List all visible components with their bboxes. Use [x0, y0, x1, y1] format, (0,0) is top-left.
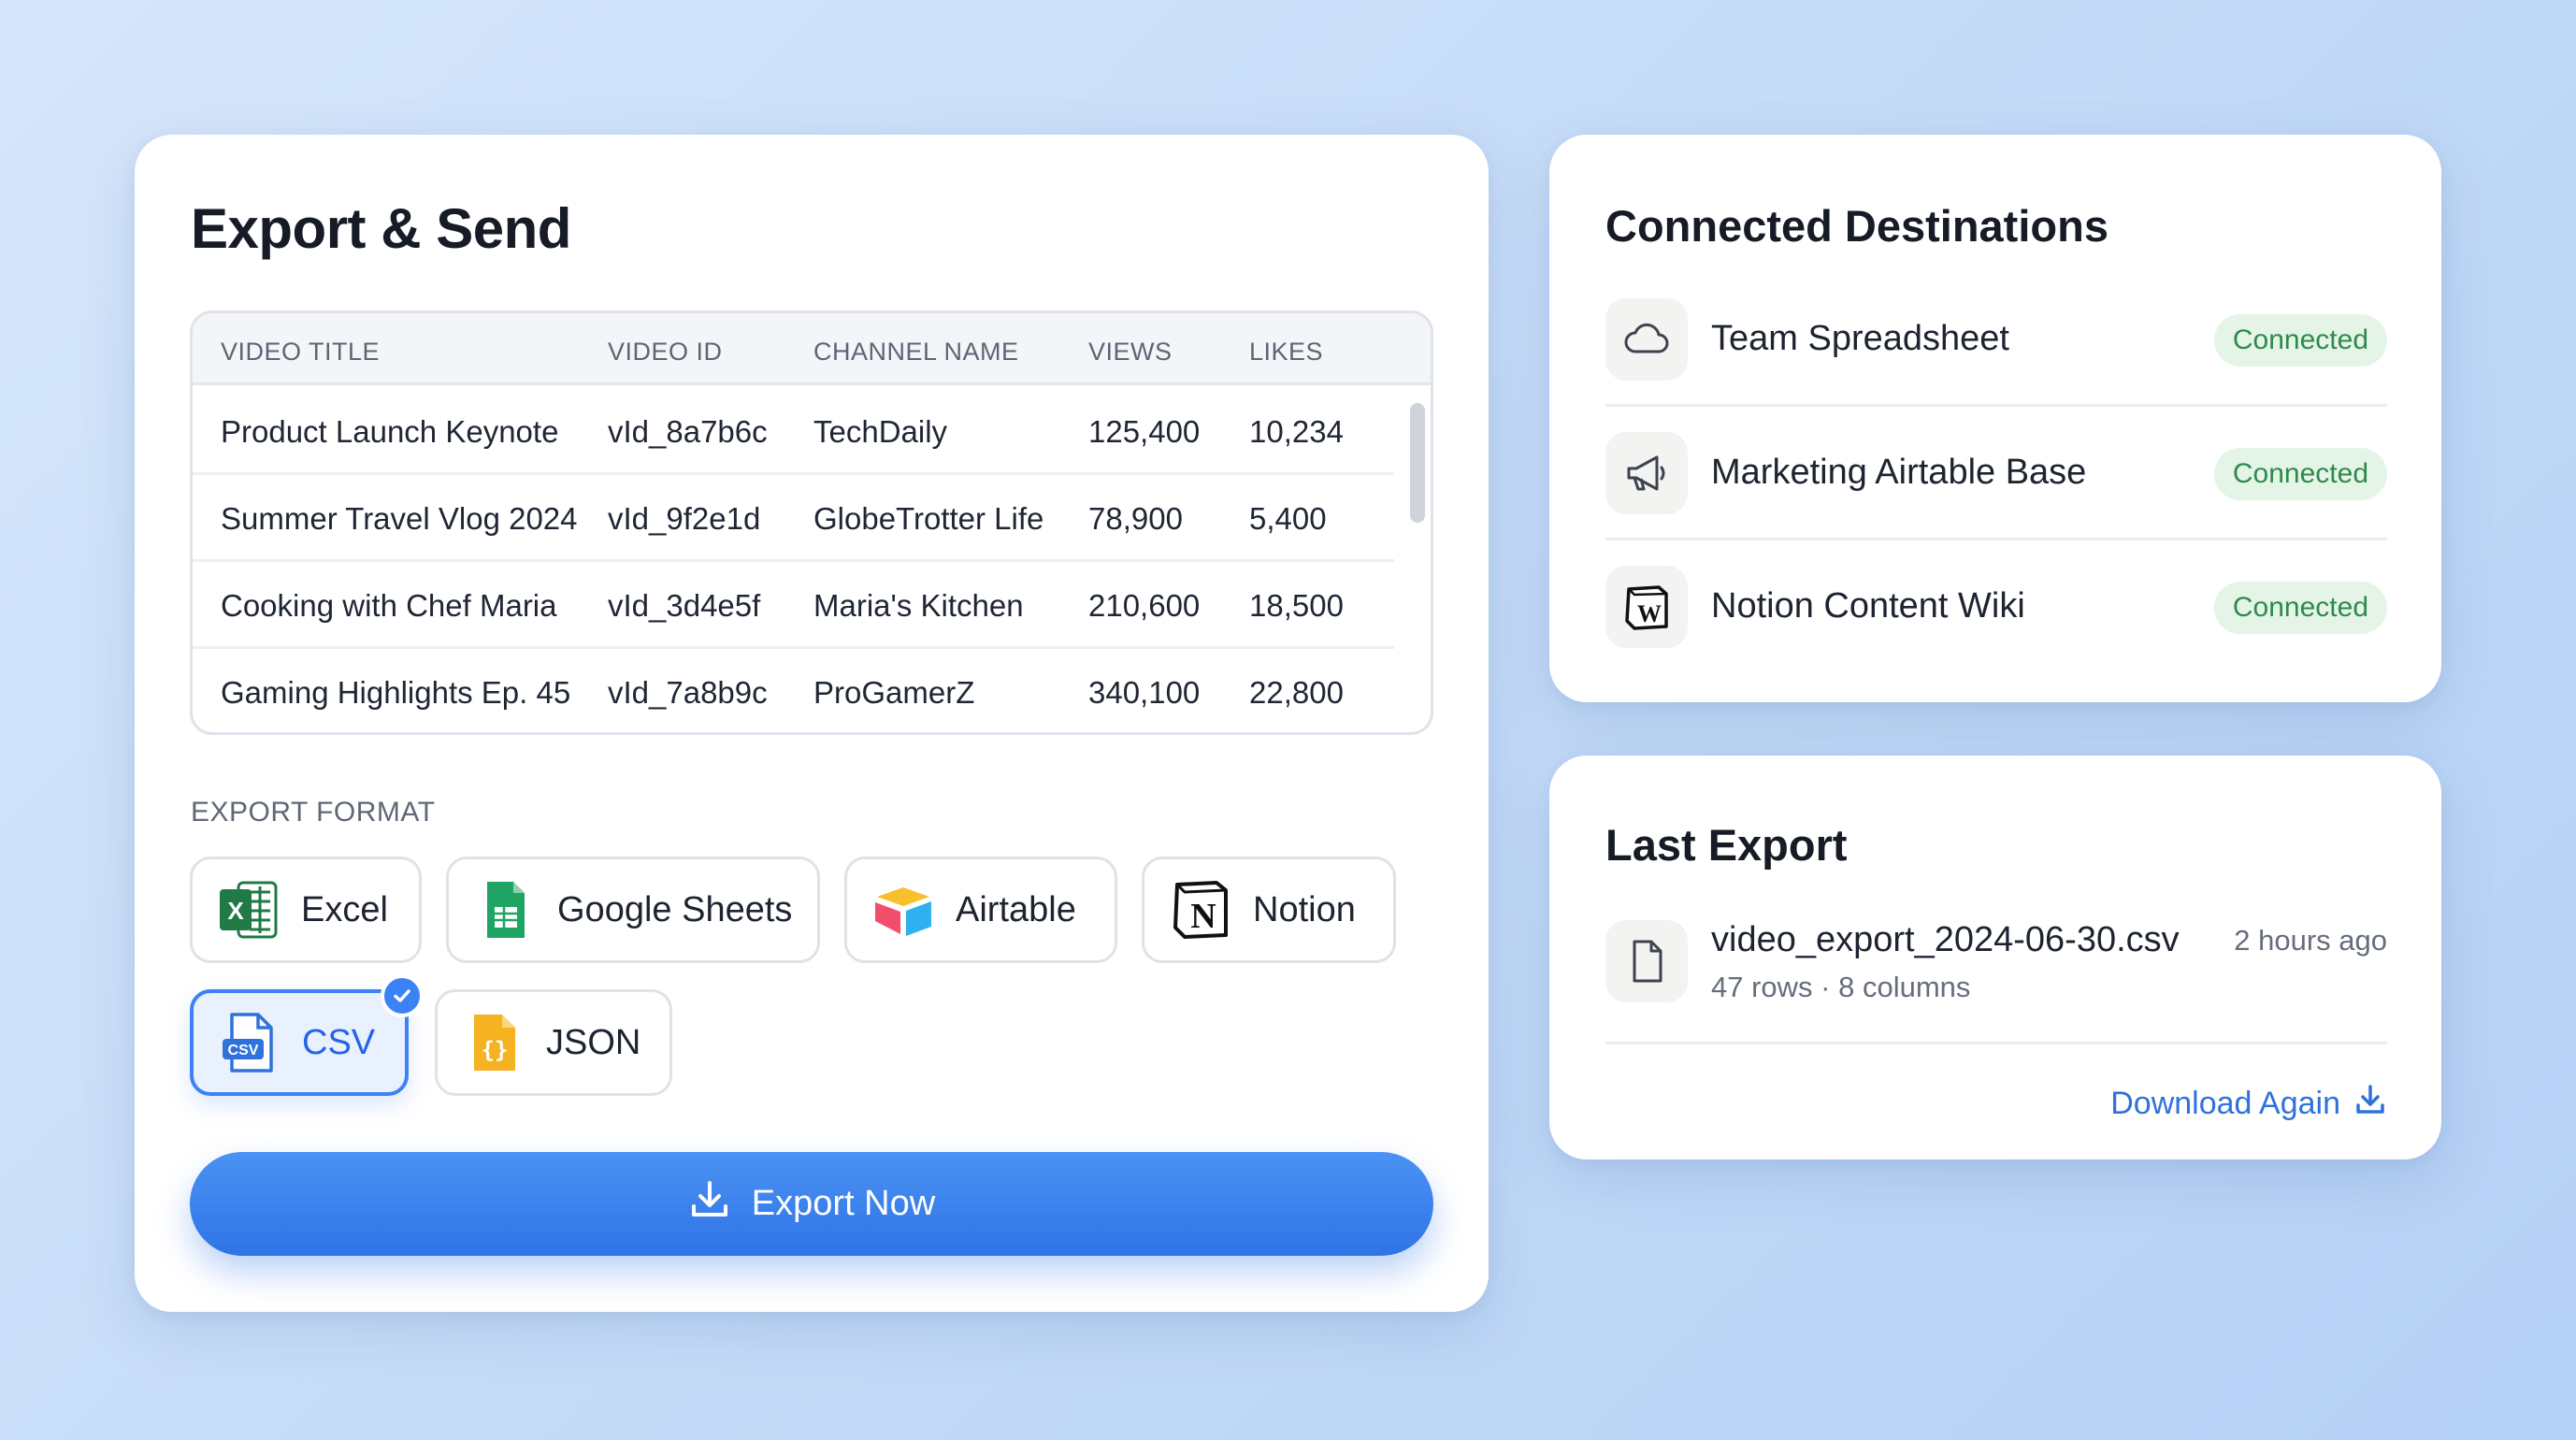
- cell-video-title: Gaming Highlights Ep. 45: [221, 675, 571, 710]
- svg-text:CSV: CSV: [228, 1043, 259, 1058]
- connected-destinations-card: Connected Destinations Team Spreadsheet …: [1549, 135, 2441, 702]
- cell-channel-name: GlobeTrotter Life: [813, 501, 1044, 536]
- export-button-label: Export Now: [751, 1184, 936, 1223]
- export-file-name: video_export_2024-06-30.csv: [1711, 920, 2180, 959]
- column-header-video-title: VIDEO TITLE: [221, 338, 381, 366]
- destination-name: Team Spreadsheet: [1711, 319, 2009, 358]
- format-label: JSON: [546, 1022, 641, 1062]
- page-title: Export & Send: [191, 197, 571, 260]
- scrollbar-thumb[interactable]: [1410, 403, 1425, 523]
- divider: [1605, 1042, 2387, 1044]
- svg-text:{}: {}: [482, 1037, 509, 1063]
- google-sheets-icon: [473, 878, 537, 942]
- format-option-excel[interactable]: X Excel: [190, 857, 422, 963]
- svg-text:N: N: [1190, 897, 1216, 936]
- video-table: VIDEO TITLE VIDEO ID CHANNEL NAME VIEWS …: [190, 310, 1433, 735]
- cell-channel-name: ProGamerZ: [813, 675, 975, 710]
- cell-video-id: vId_3d4e5f: [608, 588, 761, 623]
- airtable-icon: [871, 878, 935, 942]
- cell-views: 210,600: [1088, 588, 1201, 623]
- download-again-link[interactable]: Download Again: [2110, 1083, 2387, 1125]
- table-row[interactable]: Gaming Highlights Ep. 45 vId_7a8b9c ProG…: [193, 649, 1394, 732]
- table-row[interactable]: Product Launch Keynote vId_8a7b6c TechDa…: [193, 388, 1394, 475]
- cell-likes: 10,234: [1249, 414, 1344, 449]
- csv-file-icon: CSV: [218, 1011, 281, 1074]
- last-export-title: Last Export: [1605, 820, 1848, 870]
- cell-video-title: Cooking with Chef Maria: [221, 588, 557, 623]
- download-icon: [688, 1178, 731, 1231]
- download-icon: [2353, 1083, 2387, 1125]
- column-header-views: VIEWS: [1088, 338, 1173, 366]
- download-again-label: Download Again: [2110, 1086, 2340, 1121]
- cell-video-title: Product Launch Keynote: [221, 414, 559, 449]
- json-file-icon: {}: [462, 1011, 525, 1074]
- format-option-notion[interactable]: N Notion: [1142, 857, 1396, 963]
- export-format-label: EXPORT FORMAT: [191, 797, 436, 828]
- cell-views: 125,400: [1088, 414, 1201, 449]
- last-export-card: Last Export video_export_2024-06-30.csv …: [1549, 756, 2441, 1159]
- column-header-likes: LIKES: [1249, 338, 1324, 366]
- destination-row-team-spreadsheet[interactable]: Team Spreadsheet Connected: [1605, 273, 2387, 407]
- format-option-google-sheets[interactable]: Google Sheets: [446, 857, 820, 963]
- format-option-airtable[interactable]: Airtable: [844, 857, 1117, 963]
- destination-name: Marketing Airtable Base: [1711, 453, 2087, 492]
- destinations-title: Connected Destinations: [1605, 201, 2108, 251]
- cell-likes: 18,500: [1249, 588, 1344, 623]
- connected-status-badge: Connected: [2213, 582, 2387, 634]
- format-label: Airtable: [956, 889, 1076, 929]
- cell-views: 78,900: [1088, 501, 1183, 536]
- format-label: CSV: [302, 1022, 376, 1062]
- export-now-button[interactable]: Export Now: [190, 1152, 1433, 1256]
- selected-check-icon: [381, 974, 424, 1017]
- format-option-csv[interactable]: CSV CSV: [190, 974, 424, 1096]
- connected-status-badge: Connected: [2213, 314, 2387, 367]
- format-label: Notion: [1253, 889, 1356, 929]
- format-label: Google Sheets: [557, 889, 793, 929]
- cell-likes: 5,400: [1249, 501, 1327, 536]
- column-header-channel-name: CHANNEL NAME: [813, 338, 1019, 366]
- destination-name: Notion Content Wiki: [1711, 586, 2025, 626]
- destination-row-notion-wiki[interactable]: W Notion Content Wiki Connected: [1605, 540, 2387, 674]
- cell-video-id: vId_7a8b9c: [608, 675, 768, 710]
- export-file-meta: 47 rows · 8 columns: [1711, 971, 1971, 1003]
- cell-views: 340,100: [1088, 675, 1201, 710]
- export-timestamp: 2 hours ago: [2234, 924, 2387, 957]
- cloud-icon: [1605, 298, 1688, 381]
- table-header: VIDEO TITLE VIDEO ID CHANNEL NAME VIEWS …: [193, 313, 1431, 385]
- cell-video-id: vId_8a7b6c: [608, 414, 768, 449]
- cell-likes: 22,800: [1249, 675, 1344, 710]
- excel-icon: X: [217, 878, 281, 942]
- svg-text:X: X: [227, 897, 244, 925]
- cell-video-id: vId_9f2e1d: [608, 501, 761, 536]
- destination-row-marketing-airtable[interactable]: Marketing Airtable Base Connected: [1605, 407, 2387, 540]
- megaphone-icon: [1605, 432, 1688, 514]
- column-header-video-id: VIDEO ID: [608, 338, 723, 366]
- notion-icon: N: [1169, 878, 1232, 942]
- svg-text:W: W: [1637, 600, 1662, 627]
- table-row[interactable]: Cooking with Chef Maria vId_3d4e5f Maria…: [193, 562, 1394, 649]
- table-scrollbar[interactable]: [1410, 394, 1425, 721]
- format-label: Excel: [301, 889, 388, 929]
- connected-status-badge: Connected: [2213, 448, 2387, 500]
- cell-channel-name: Maria's Kitchen: [813, 588, 1024, 623]
- cell-video-title: Summer Travel Vlog 2024: [221, 501, 578, 536]
- export-send-card: Export & Send VIDEO TITLE VIDEO ID CHANN…: [135, 135, 1489, 1312]
- format-option-json[interactable]: {} JSON: [435, 989, 672, 1096]
- wiki-icon: W: [1605, 566, 1688, 648]
- table-row[interactable]: Summer Travel Vlog 2024 vId_9f2e1d Globe…: [193, 475, 1394, 562]
- cell-channel-name: TechDaily: [813, 414, 948, 449]
- file-icon: [1605, 920, 1688, 1002]
